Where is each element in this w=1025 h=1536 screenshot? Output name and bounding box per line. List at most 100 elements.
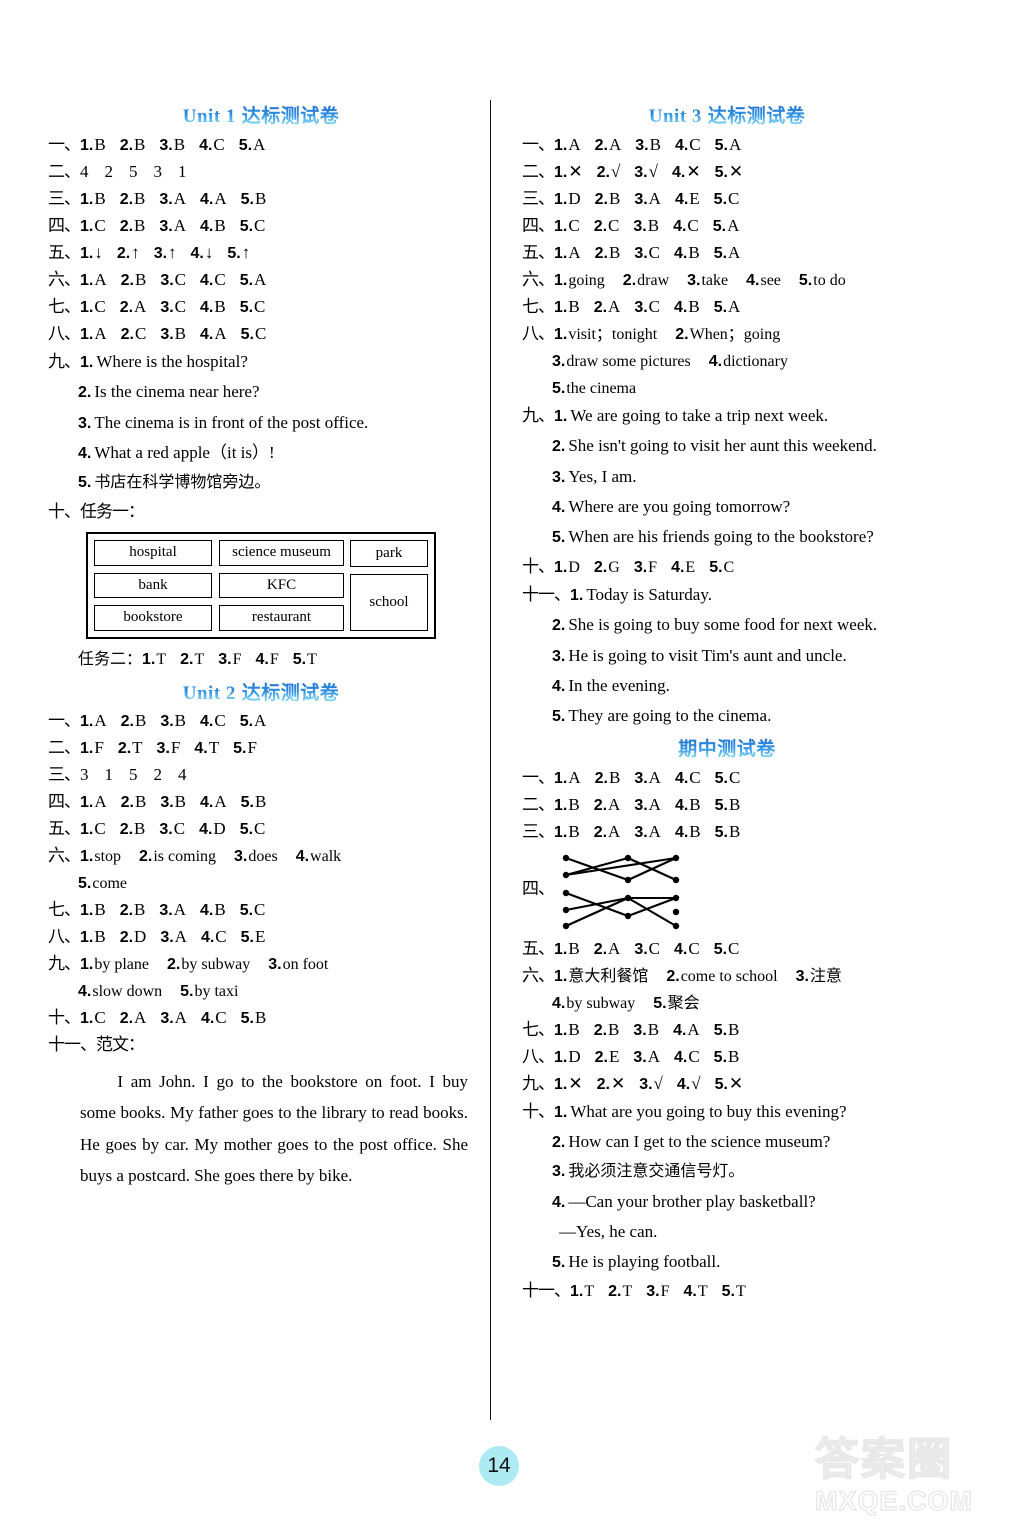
- answer-row: 七、 1.B 2.A 3.C 4.B 5.A: [522, 298, 932, 316]
- answer-item-number: 1.: [80, 298, 94, 316]
- answer-item: 1.B: [554, 796, 580, 814]
- answer-item: 4.A: [200, 793, 227, 811]
- answer-item: 2.A: [594, 298, 621, 316]
- answer-row: 九、 1.✕ 2.✕ 3.√ 4.√ 5.✕: [522, 1075, 932, 1093]
- answer-item-value: C: [213, 134, 225, 154]
- answer-item: 5.A: [240, 712, 267, 730]
- answer-item: 1.T: [570, 1282, 594, 1300]
- answer-item-value: A: [568, 767, 581, 787]
- answer-item: 2.B: [120, 190, 146, 208]
- answer-item-number: 2.: [119, 821, 134, 839]
- watermark: 答案圈 MXQE.COM: [814, 1434, 1015, 1530]
- map-cell-science-museum: science museum: [219, 540, 344, 566]
- answer-item: 4.C: [673, 217, 699, 235]
- map-cell-bank: bank: [94, 572, 212, 599]
- answer-item: 2.A: [595, 136, 622, 154]
- sentence-text: They are going to the cinema.: [568, 706, 772, 726]
- sentence-number: 4.: [552, 498, 566, 516]
- answer-item-number: 3.: [160, 271, 174, 289]
- answer-row-label: 七、: [522, 1019, 555, 1040]
- answer-item-value: B: [728, 821, 741, 841]
- answer-item-number: 2.: [167, 956, 181, 974]
- answer-item-value: ✕: [568, 1073, 583, 1093]
- answer-key-page: Unit 1 达标测试卷 一、 1.B 2.B 3.B 4.C 5.A 二、 4 2 5 3 1 三、 1…: [0, 0, 1025, 1536]
- answer-item: 4.C: [674, 940, 700, 958]
- answer-item-number: 1.: [80, 740, 94, 758]
- answer-item-value: draw: [637, 271, 670, 289]
- answer-item: 3.A: [634, 823, 661, 841]
- answer-item: 2.T: [608, 1282, 632, 1300]
- sentence-row: 4. Where are you going tomorrow?: [522, 497, 932, 517]
- answer-item: 5.A: [714, 244, 741, 262]
- answer-item-value: B: [134, 134, 146, 154]
- answer-item: 4.C: [199, 136, 225, 154]
- answer-item-value: C: [728, 188, 740, 208]
- unit1-section-ten-label: 十、任务一：: [48, 501, 145, 522]
- answer-item-number: 5.: [239, 217, 254, 235]
- answer-item-value: to do: [813, 271, 846, 289]
- answer-item-number: 2.: [666, 967, 680, 985]
- answer-row-label: 五、: [522, 242, 555, 263]
- answer-item-number: 4.: [200, 1010, 215, 1028]
- answer-item-number: 1.: [570, 1283, 584, 1301]
- sequence-number: 1: [104, 765, 114, 785]
- answer-item: 2.B: [121, 271, 147, 289]
- answer-item-number: 4.: [295, 848, 310, 866]
- answer-item-value: does: [248, 848, 278, 866]
- answer-item-number: 2.: [594, 1048, 608, 1066]
- unit2-answer-rows: 一、 1.A 2.B 3.B 4.C 5.A 二、 1.F 2.T 3.F 4.T 5.F 三、 3 1 5 2…: [48, 712, 474, 1027]
- answer-item-value: A: [608, 794, 621, 814]
- answer-item-value: C: [648, 938, 660, 958]
- answer-item: 1.A: [554, 769, 581, 787]
- answer-item-value: by subway: [566, 994, 636, 1012]
- answer-item: 1.A: [80, 325, 107, 343]
- answer-item: 1.B: [554, 940, 580, 958]
- answer-item-number: 3.: [634, 244, 648, 262]
- sentence-row: 4. In the evening.: [522, 676, 932, 696]
- sentence-number: 4.: [78, 444, 92, 462]
- answer-item: 3.C: [160, 271, 186, 289]
- sentence-group-label: 十一、: [522, 584, 571, 605]
- answer-item-value: walk: [310, 848, 342, 866]
- answer-item-value: B: [174, 711, 186, 731]
- answer-item: 1.✕: [554, 1075, 583, 1093]
- sentence-number: 2.: [552, 1134, 566, 1152]
- answer-item-number: 5.: [180, 983, 194, 1001]
- answer-item-value: by subway: [181, 956, 251, 974]
- answer-item: 4.B: [675, 823, 701, 841]
- answer-item-number: 2.: [119, 190, 134, 208]
- answer-item-number: 2.: [180, 650, 194, 668]
- answer-item-value: B: [688, 242, 700, 262]
- answer-row-label: 七、: [48, 296, 81, 317]
- answer-item-number: 3.: [218, 650, 232, 668]
- answer-item-value: A: [608, 821, 621, 841]
- answer-item-value: B: [647, 1019, 660, 1039]
- watermark-cn-text: 答案圈: [814, 1434, 953, 1485]
- answer-item-number: 5.: [714, 136, 728, 154]
- answer-item-value: A: [648, 188, 661, 208]
- answer-item-number: 5.: [713, 940, 728, 958]
- answer-item-value: B: [254, 188, 267, 208]
- answer-item-number: 4.: [674, 136, 689, 154]
- answer-item: 5.C: [241, 325, 267, 343]
- unit1-title: Unit 1 达标测试卷: [48, 104, 474, 130]
- answer-item-value: is coming: [153, 848, 217, 866]
- answer-item-value: A: [214, 792, 227, 812]
- answer-item: 3.F: [157, 739, 181, 757]
- answer-item-number: 1.: [554, 1021, 568, 1039]
- sentence-row: 2. Is the cinema near here?: [48, 382, 474, 402]
- page-number: 14: [479, 1446, 519, 1486]
- answer-item: 3.A: [634, 190, 661, 208]
- watermark-en-text: MXQE.COM: [814, 1485, 974, 1517]
- answer-item-value: E: [608, 1046, 620, 1066]
- answer-item-value: C: [689, 134, 701, 154]
- midterm-section-ten: 十、 1. What are you going to buy this eveni…: [522, 1102, 932, 1273]
- answer-item: 1.✕: [554, 163, 583, 181]
- answer-item-value: B: [134, 819, 146, 839]
- answer-item-value: ↑: [241, 242, 251, 262]
- answer-item-number: 4.: [200, 217, 214, 235]
- answer-item-value: A: [134, 296, 147, 316]
- answer-item-number: 3.: [160, 1010, 174, 1028]
- map-cell-restaurant: restaurant: [219, 605, 344, 631]
- answer-item: 5.A: [713, 217, 740, 235]
